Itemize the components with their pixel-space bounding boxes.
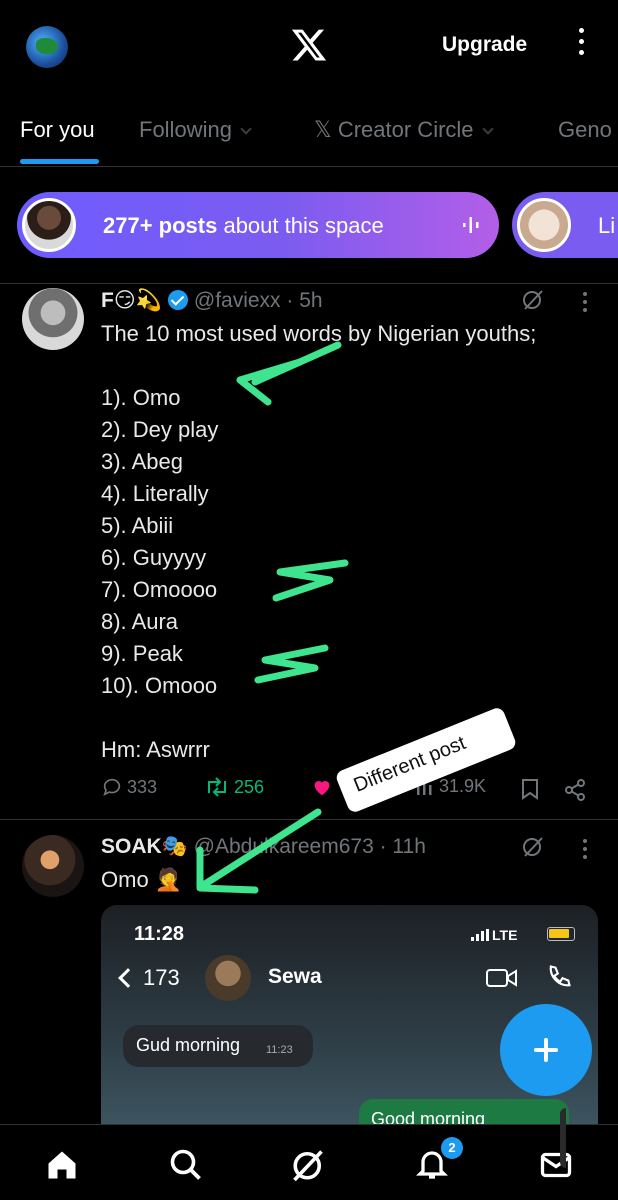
video-call-icon (486, 969, 517, 987)
grok-icon[interactable] (521, 288, 545, 312)
space-host-avatar (517, 198, 571, 252)
timeline-tabs: For you Following 𝕏 Creator Circle Geno (0, 95, 618, 167)
post-time: · 5h (286, 289, 323, 312)
signal-icon (471, 929, 489, 941)
heart-icon (314, 781, 330, 796)
space-pill-text: 277+ posts about this space (103, 213, 384, 238)
chat-bubble-incoming: Gud morning 11:23 (123, 1025, 313, 1067)
author-handle[interactable]: @Abdulkareem673 (194, 835, 374, 858)
post-menu-icon[interactable] (582, 839, 588, 861)
post-text: The 10 most used words by Nigerian youth… (101, 321, 537, 762)
spaces-bar: 277+ posts about this space Li (0, 190, 618, 262)
unread-count: 173 (143, 965, 180, 990)
chevron-down-icon (240, 123, 252, 135)
chat-bubble-outgoing: Good morning (359, 1099, 569, 1127)
chevron-left-icon (118, 968, 138, 988)
chevron-down-icon (481, 123, 494, 135)
space-pill[interactable]: Li (512, 192, 618, 258)
views-count: 31.9K (439, 776, 487, 796)
space-pill[interactable]: 277+ posts about this space (17, 192, 499, 258)
network-label: LTE (492, 927, 518, 943)
avatar[interactable] (22, 288, 84, 350)
upgrade-button[interactable]: Upgrade (442, 33, 527, 57)
space-pill-text: Li (598, 213, 616, 238)
top-bar: Upgrade (0, 0, 618, 95)
x-logo-icon[interactable] (290, 26, 328, 64)
author-name[interactable]: SOAK🎭 (101, 835, 188, 858)
like-button[interactable] (311, 776, 333, 798)
tab-geno[interactable]: Geno (558, 117, 612, 143)
repost-icon (208, 777, 226, 797)
author-name[interactable]: F😏💫 (101, 289, 162, 312)
tab-label: Following (139, 117, 232, 142)
chat-contact-name: Sewa (268, 965, 322, 988)
tab-creator-circle[interactable]: 𝕏 Creator Circle (314, 117, 494, 143)
author-handle[interactable]: @faviexx (194, 289, 281, 312)
share-icon[interactable] (563, 778, 587, 802)
reply-button[interactable]: 333 (101, 776, 157, 798)
space-host-avatar (22, 198, 76, 252)
phone-call-icon (549, 965, 571, 987)
search-icon[interactable] (168, 1147, 204, 1183)
media-status-time: 11:28 (134, 923, 185, 945)
reply-count: 333 (127, 776, 158, 797)
bottom-navigation: 2 (0, 1124, 618, 1200)
grok-icon[interactable] (521, 835, 545, 859)
profile-avatar[interactable] (26, 26, 68, 68)
bookmark-icon[interactable] (521, 778, 539, 800)
notifications-badge: 2 (441, 1137, 463, 1159)
active-tab-indicator (20, 159, 99, 164)
kebab-menu-icon[interactable] (574, 28, 588, 68)
scroll-indicator (560, 1108, 582, 1168)
post-actions: 333 256 31.9K (101, 776, 601, 806)
chat-contact-avatar (205, 955, 251, 1001)
chat-back-button: 173 (111, 965, 180, 991)
message-time: 11:23 (266, 1044, 293, 1056)
verified-badge-icon (167, 290, 188, 310)
post-header: F😏💫 @faviexx · 5h (101, 288, 323, 313)
grok-icon[interactable] (290, 1147, 326, 1183)
reply-icon (103, 778, 121, 796)
audio-wave-icon (463, 217, 479, 233)
tab-for-you[interactable]: For you (20, 117, 95, 143)
post[interactable]: F😏💫 @faviexx · 5h The 10 most used words … (0, 283, 618, 820)
tab-label: Geno (558, 117, 612, 142)
avatar[interactable] (22, 835, 84, 897)
repost-count: 256 (234, 776, 265, 797)
home-icon[interactable] (44, 1147, 80, 1183)
battery-icon (547, 927, 575, 941)
views-button[interactable]: 31.9K (415, 776, 486, 797)
post-text: Omo 🤦 (101, 867, 183, 892)
compose-post-button[interactable] (500, 1004, 592, 1096)
post-header: SOAK🎭 @Abdulkareem673 · 11h (101, 835, 426, 859)
post-menu-icon[interactable] (582, 292, 588, 314)
repost-button[interactable]: 256 (204, 776, 264, 798)
post-time: · 11h (379, 835, 426, 858)
views-icon (417, 780, 432, 795)
tab-label: For you (20, 117, 95, 142)
tab-label: 𝕏 Creator Circle (314, 117, 474, 142)
message-text: Gud morning (136, 1035, 241, 1055)
tab-following[interactable]: Following (139, 117, 252, 143)
